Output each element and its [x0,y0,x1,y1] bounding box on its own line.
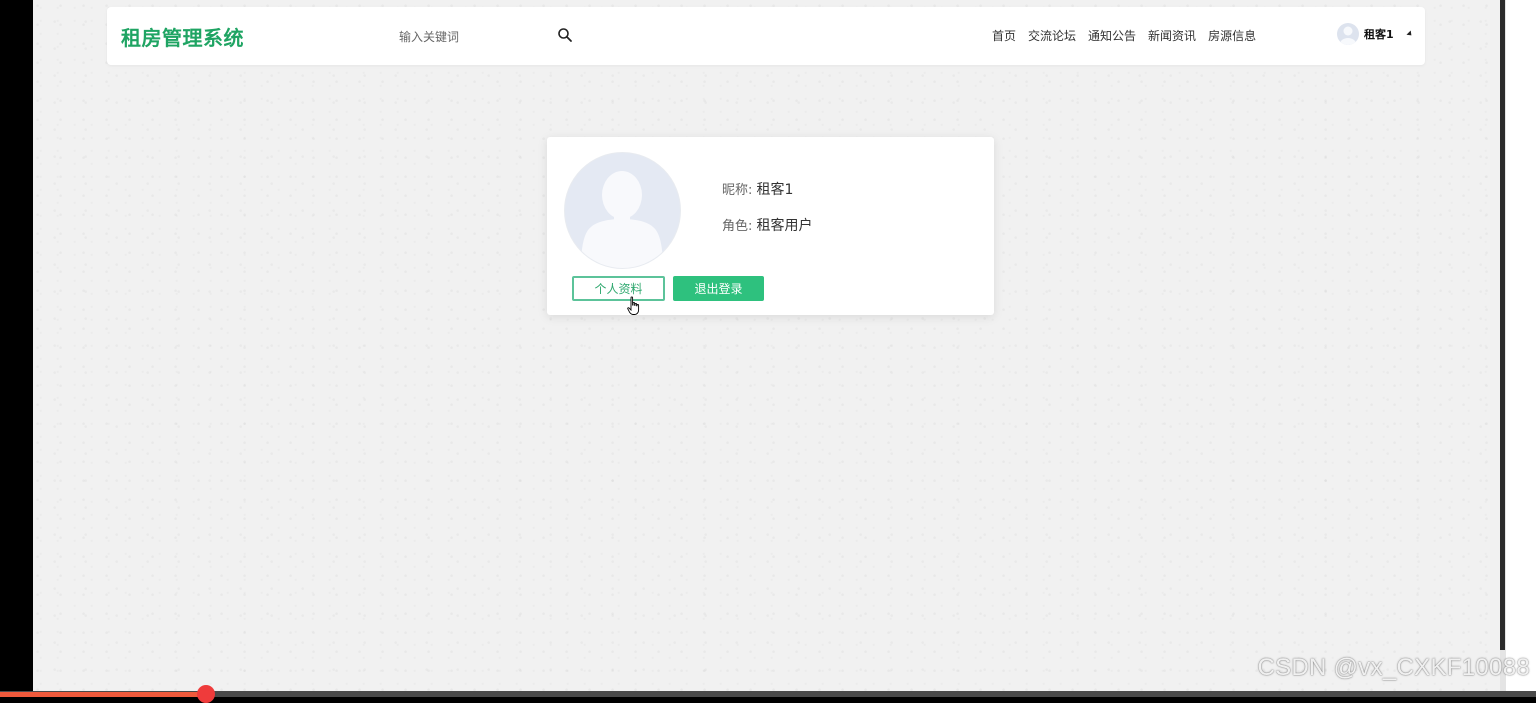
user-name: 租客1 [1364,28,1394,41]
caret-down-icon[interactable] [1406,30,1414,38]
nav-news[interactable]: 新闻资讯 [1148,27,1196,44]
top-navbar: 租房管理系统 首页 交流论坛 通知公告 新闻资讯 房源信息 租客1 [107,7,1425,65]
search-input[interactable] [397,25,571,49]
role-value: 租客用户 [756,218,813,234]
user-avatar-icon [581,171,663,268]
page-background [33,0,1500,691]
logout-button[interactable]: 退出登录 [673,276,764,301]
role-label: 角色: [722,219,757,234]
progress-handle[interactable] [197,685,215,703]
profile-button[interactable]: 个人资料 [572,276,665,301]
nav-housing[interactable]: 房源信息 [1208,27,1256,44]
nickname-label: 昵称: [722,183,757,198]
nav-forum[interactable]: 交流论坛 [1028,27,1076,44]
video-progress-fill [0,692,205,697]
search-icon[interactable] [557,27,573,43]
window-edge [1506,0,1536,691]
brand-title[interactable]: 租房管理系统 [121,22,244,51]
nickname-row: 昵称: 租客1 [722,179,793,199]
nav-home[interactable]: 首页 [992,27,1016,44]
hand-cursor-icon [627,296,640,315]
user-avatar-icon [1337,23,1359,45]
scrollbar-thumb[interactable] [1500,0,1505,650]
profile-avatar [564,152,681,269]
main-nav: 首页 交流论坛 通知公告 新闻资讯 房源信息 [992,27,1256,44]
role-row: 角色: 租客用户 [722,215,813,235]
user-menu[interactable]: 租客1 [1337,23,1394,45]
watermark: CSDN @vx_CXKF10088 [1257,654,1530,681]
video-progress-track[interactable] [0,691,1536,697]
profile-card: 昵称: 租客1 角色: 租客用户 个人资料 退出登录 [547,137,994,315]
nav-notice[interactable]: 通知公告 [1088,27,1136,44]
nickname-value: 租客1 [756,182,794,198]
